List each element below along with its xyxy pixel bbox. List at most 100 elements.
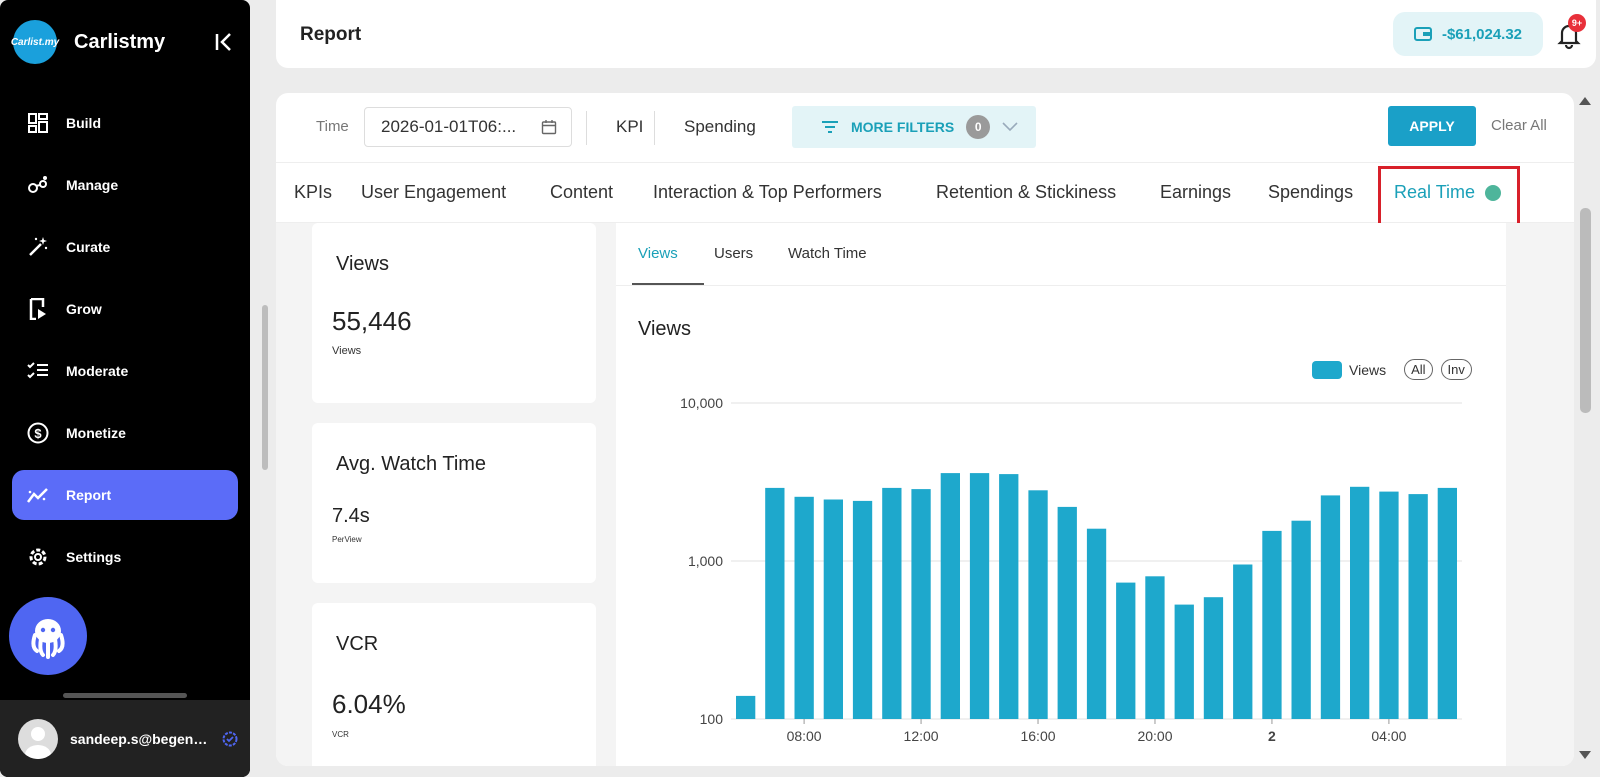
kpi-filter[interactable]: KPI bbox=[616, 117, 643, 137]
time-value: 2026-01-01T06:... bbox=[381, 117, 517, 136]
verified-badge-icon bbox=[222, 731, 238, 746]
tab-retention-stickiness[interactable]: Retention & Stickiness bbox=[936, 182, 1116, 203]
filter-count-badge: 0 bbox=[966, 115, 991, 139]
tab-user-engagement[interactable]: User Engagement bbox=[361, 182, 506, 203]
chart-bar[interactable] bbox=[1174, 604, 1194, 719]
chart-bar[interactable] bbox=[1437, 487, 1457, 719]
sidebar-item-manage[interactable]: Manage bbox=[12, 160, 238, 210]
chart-bar[interactable] bbox=[794, 496, 814, 719]
chart-bar[interactable] bbox=[1086, 528, 1107, 719]
highlight-box bbox=[1378, 166, 1520, 226]
brand[interactable]: Carlist.my Carlistmy bbox=[11, 20, 166, 64]
sidebar-item-label: Build bbox=[66, 115, 101, 131]
svg-text:$: $ bbox=[34, 426, 42, 441]
chart-bar[interactable] bbox=[1203, 597, 1224, 719]
avatar bbox=[18, 718, 58, 759]
calendar-icon bbox=[541, 120, 557, 135]
chart-bar[interactable] bbox=[1233, 564, 1253, 720]
checklist-icon bbox=[26, 359, 50, 383]
chart-bar[interactable] bbox=[1262, 530, 1282, 719]
chart-bar[interactable] bbox=[1028, 490, 1048, 719]
more-filters-button[interactable]: MORE FILTERS 0 bbox=[792, 106, 1036, 148]
top-header: Report -$61,024.32 9+ bbox=[276, 0, 1596, 68]
brand-name: Carlistmy bbox=[74, 30, 166, 53]
brand-logo: Carlist.my bbox=[11, 20, 59, 64]
tab-spendings[interactable]: Spendings bbox=[1268, 182, 1353, 203]
sidebar-item-curate[interactable]: Curate bbox=[12, 222, 238, 272]
time-date-picker[interactable]: 2026-01-01T06:... bbox=[364, 107, 572, 147]
tab-content[interactable]: Content bbox=[550, 182, 613, 203]
sidebar-divider bbox=[63, 693, 187, 698]
spending-filter[interactable]: Spending bbox=[684, 117, 756, 137]
kpi-card-title: VCR bbox=[336, 633, 379, 655]
sidebar-item-label: Manage bbox=[66, 177, 119, 193]
chart-bar[interactable] bbox=[765, 487, 785, 719]
scroll-down-arrow-icon[interactable] bbox=[1578, 750, 1592, 760]
chart-bar[interactable] bbox=[1116, 582, 1136, 719]
chart-bar[interactable] bbox=[940, 473, 960, 719]
chart-bar[interactable] bbox=[882, 487, 902, 719]
sidebar-item-report[interactable]: Report bbox=[12, 470, 238, 520]
chart-bar[interactable] bbox=[1145, 576, 1165, 719]
chart-bar[interactable] bbox=[1379, 491, 1399, 719]
sidebar-scrollbar[interactable] bbox=[262, 305, 268, 470]
chart-bar[interactable] bbox=[1320, 495, 1341, 719]
kpi-card-value: 6.04% bbox=[332, 689, 406, 719]
kpi-card-value: 55,446 bbox=[332, 306, 412, 336]
report-tabs: KPIs User Engagement Content Interaction… bbox=[276, 163, 1574, 226]
tab-earnings[interactable]: Earnings bbox=[1160, 182, 1231, 203]
page-title: Report bbox=[300, 24, 362, 45]
collapse-sidebar-icon[interactable] bbox=[212, 30, 236, 54]
sidebar-item-settings[interactable]: Settings bbox=[12, 532, 238, 582]
dollar-icon: $ bbox=[26, 421, 50, 445]
user-profile[interactable]: sandeep.s@begenuin.com bbox=[0, 700, 250, 777]
grid-icon bbox=[26, 111, 50, 135]
user-email: sandeep.s@begenuin.com bbox=[70, 730, 212, 747]
scroll-up-arrow-icon[interactable] bbox=[1578, 96, 1592, 106]
chart-bar[interactable] bbox=[999, 474, 1019, 719]
report-content: Views 55,446 Views Avg. Watch Time 7.4s … bbox=[276, 223, 1574, 766]
kpi-card-value: 7.4s bbox=[332, 505, 370, 527]
chart-bar[interactable] bbox=[852, 500, 873, 719]
filter-bar: Time 2026-01-01T06:... KPI Spending MORE… bbox=[276, 93, 1574, 163]
filter-icon bbox=[822, 121, 838, 133]
filter-divider bbox=[586, 111, 587, 145]
apply-button[interactable]: APPLY bbox=[1388, 106, 1476, 146]
tab-kpis[interactable]: KPIs bbox=[294, 182, 332, 203]
sidebar-item-label: Curate bbox=[66, 239, 111, 255]
x-tick-label: 08:00 bbox=[787, 728, 822, 744]
x-tick-label: 04:00 bbox=[1371, 728, 1406, 744]
tab-interaction-top-performers[interactable]: Interaction & Top Performers bbox=[653, 182, 882, 203]
kpi-card-sub: Views bbox=[332, 345, 362, 357]
sidebar: Carlist.my Carlistmy Build Manage Curate bbox=[0, 0, 250, 777]
kpi-card-title: Avg. Watch Time bbox=[336, 453, 487, 475]
sidebar-item-monetize[interactable]: $ Monetize bbox=[12, 408, 238, 458]
chart-bar[interactable] bbox=[1350, 486, 1370, 719]
chart-bar[interactable] bbox=[1408, 494, 1428, 719]
clear-all-button[interactable]: Clear All bbox=[1491, 117, 1547, 134]
wallet-balance-button[interactable]: -$61,024.32 bbox=[1393, 12, 1543, 56]
x-tick-label: 12:00 bbox=[904, 728, 939, 744]
page-scrollbar[interactable] bbox=[1580, 208, 1591, 413]
sidebar-item-label: Moderate bbox=[66, 363, 129, 379]
chart-bar[interactable] bbox=[1057, 506, 1077, 719]
kpi-card-views: Views 55,446 Views bbox=[312, 223, 596, 403]
sidebar-item-build[interactable]: Build bbox=[12, 98, 238, 148]
x-tick-label: 2 bbox=[1268, 728, 1276, 744]
chart-bar[interactable] bbox=[1291, 520, 1311, 719]
chart-card: Views Users Watch Time Views Views All I… bbox=[616, 223, 1506, 766]
magic-wand-icon bbox=[26, 235, 50, 259]
chart-bar[interactable] bbox=[911, 489, 931, 719]
notification-badge: 9+ bbox=[1568, 14, 1586, 32]
kpi-card-sub: PerView bbox=[332, 535, 362, 544]
chart-bar[interactable] bbox=[823, 499, 843, 720]
sidebar-item-grow[interactable]: Grow bbox=[12, 284, 238, 334]
chart-bar[interactable] bbox=[736, 695, 756, 719]
chart-bar[interactable] bbox=[969, 473, 990, 719]
sidebar-item-label: Monetize bbox=[66, 425, 126, 441]
wallet-balance: -$61,024.32 bbox=[1441, 25, 1523, 43]
y-tick-label: 1,000 bbox=[688, 553, 723, 569]
video-file-icon bbox=[26, 297, 50, 321]
sidebar-item-moderate[interactable]: Moderate bbox=[12, 346, 238, 396]
assistant-mascot-button[interactable] bbox=[9, 597, 87, 675]
